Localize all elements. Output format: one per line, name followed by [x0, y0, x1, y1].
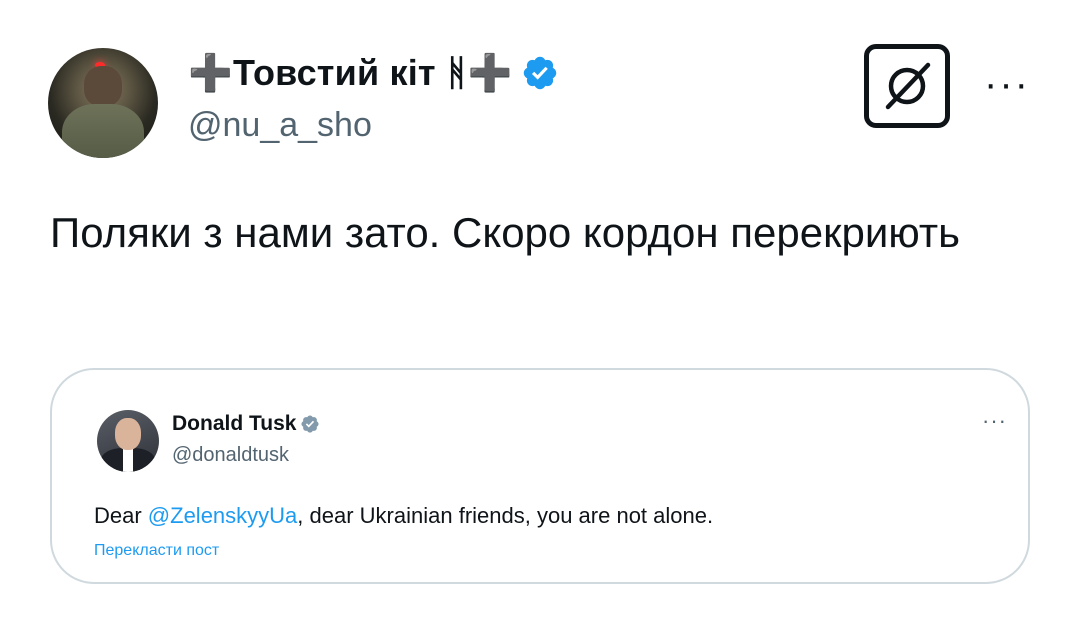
author-name-text: ➕Товстий кіт ᚻ➕ — [188, 52, 513, 93]
grok-icon — [885, 62, 931, 110]
avatar-head — [84, 66, 122, 106]
tweet-text: Поляки з нами зато. Скоро кордон перекри… — [50, 209, 960, 256]
verified-badge-icon — [301, 415, 319, 433]
quoted-tweet-card[interactable]: Donald Tusk @donaldtusk ··· Dear @Zelens… — [50, 368, 1030, 584]
verified-badge-icon — [523, 56, 556, 90]
author-avatar[interactable] — [48, 48, 158, 158]
quoted-more-options-button[interactable]: ··· — [982, 408, 1007, 434]
quoted-text-suffix: , dear Ukrainian friends, you are not al… — [297, 503, 714, 528]
grok-button[interactable] — [864, 44, 950, 128]
mention-link[interactable]: @ZelenskyyUa — [148, 503, 298, 528]
quoted-text-prefix: Dear — [94, 503, 148, 528]
quoted-name-text: Donald Tusk — [172, 412, 297, 435]
avatar-shirt — [123, 448, 133, 472]
quoted-handle[interactable]: @donaldtusk — [172, 444, 289, 467]
more-options-button[interactable]: ··· — [984, 64, 1030, 104]
avatar-face — [115, 418, 141, 450]
quoted-display-name[interactable]: Donald Tusk — [172, 412, 320, 436]
quoted-author-avatar[interactable] — [97, 410, 159, 472]
avatar-body — [62, 104, 144, 158]
author-display-name[interactable]: ➕Товстий кіт ᚻ➕ — [188, 52, 559, 94]
author-handle[interactable]: @nu_a_sho — [188, 106, 372, 145]
quoted-tweet-text: Dear @ZelenskyyUa, dear Ukrainian friend… — [94, 503, 713, 529]
translate-post-link[interactable]: Перекласти пост — [94, 542, 219, 560]
